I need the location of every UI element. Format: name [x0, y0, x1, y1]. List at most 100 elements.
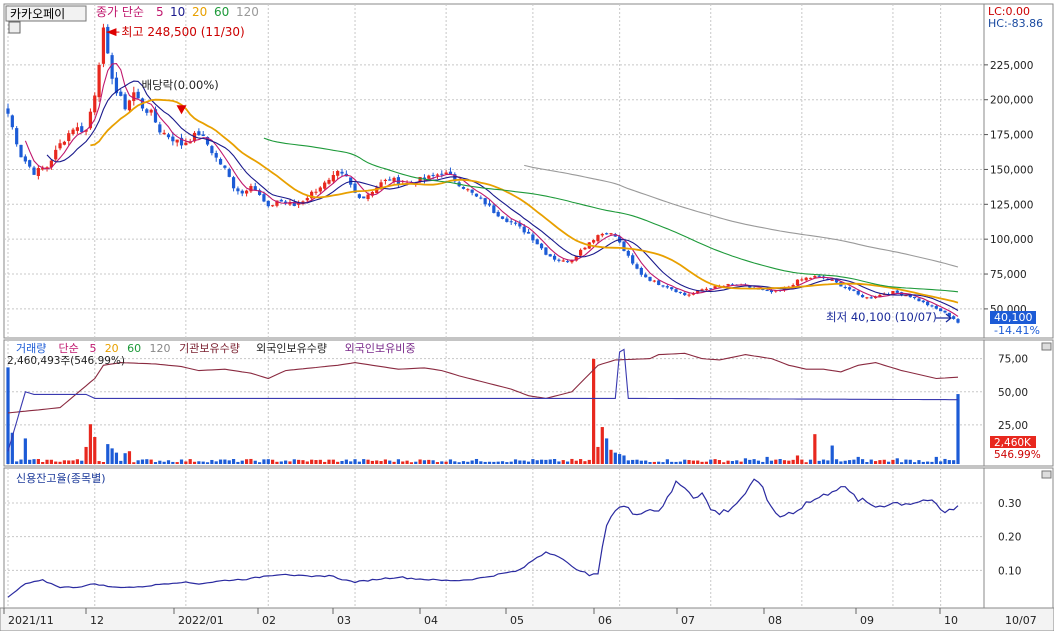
- candle: [466, 189, 470, 191]
- volume-bar: [544, 459, 548, 464]
- volume-bar: [565, 461, 570, 464]
- candle: [262, 194, 266, 202]
- volume-bar: [197, 461, 201, 464]
- stock-chart: 50,00075,000100,000125,000150,000175,000…: [0, 3, 1054, 631]
- volume-bar: [474, 458, 479, 464]
- candle: [921, 300, 925, 303]
- candle: [271, 205, 275, 207]
- volume-bar: [791, 459, 795, 464]
- candle: [492, 205, 496, 213]
- candle: [869, 297, 873, 299]
- volume-bar: [908, 459, 912, 464]
- volume-bar: [166, 460, 171, 464]
- candle: [223, 165, 227, 168]
- volume-bar: [188, 459, 192, 464]
- volume-bar: [813, 434, 817, 464]
- volume-bar: [570, 458, 574, 464]
- candle: [80, 126, 84, 133]
- volume-bar: [513, 459, 518, 464]
- volume-bar: [700, 461, 704, 464]
- volume-bar: [93, 437, 97, 464]
- candle: [526, 231, 531, 234]
- price-legend-item: 20: [192, 5, 207, 19]
- candle: [496, 211, 500, 217]
- candle: [357, 194, 361, 198]
- candle: [674, 289, 678, 293]
- volume-bar: [691, 460, 695, 464]
- volume-bar: [782, 460, 787, 464]
- volume-bar: [631, 459, 635, 464]
- candle: [201, 134, 205, 137]
- candle: [28, 160, 32, 167]
- volume-bar: [67, 460, 71, 464]
- volume-bar: [71, 460, 75, 464]
- stock-title: 카카오페이: [10, 7, 65, 21]
- candle: [440, 173, 444, 175]
- candle: [609, 233, 613, 235]
- candle: [856, 290, 860, 295]
- candle: [448, 171, 453, 175]
- panel-3: [3, 467, 985, 609]
- volume-legend-item: 외국인보유수량: [256, 342, 327, 355]
- volume-bar: [635, 459, 639, 464]
- volume-bar: [548, 459, 552, 464]
- volume-legend-item: 단순: [59, 342, 79, 355]
- volume-bar: [709, 459, 713, 464]
- x-tick-label: 2022/01: [178, 614, 224, 627]
- volume-bar: [205, 462, 210, 464]
- credit-label: 신용잔고율(종목별): [16, 472, 106, 485]
- candle: [67, 133, 71, 142]
- price-legend-item: 5: [156, 5, 164, 19]
- volume-bar: [917, 460, 921, 464]
- volume-bar: [492, 461, 496, 464]
- volume-bar: [830, 445, 834, 464]
- volume-bar: [856, 456, 860, 464]
- panel-minimize-button: [1041, 342, 1052, 351]
- volume-bar: [422, 460, 427, 464]
- candle: [704, 288, 709, 290]
- candle: [362, 196, 366, 199]
- candle: [340, 171, 344, 174]
- last-change: -14.41%: [994, 324, 1040, 337]
- volume-bar: [618, 454, 622, 464]
- volume-bar: [201, 461, 205, 464]
- volume-bar: [62, 460, 66, 464]
- volume-bar: [683, 459, 687, 464]
- volume-bar: [153, 462, 158, 464]
- vol-tick-label: 25,00: [998, 420, 1028, 432]
- candle: [23, 156, 27, 162]
- volume-bar: [140, 459, 145, 464]
- y-tick-label: 175,000: [990, 130, 1033, 142]
- candle: [474, 193, 479, 197]
- volume-bar: [769, 460, 774, 464]
- volume-bar: [275, 461, 279, 464]
- volume-bar: [19, 459, 23, 464]
- candle: [648, 276, 652, 281]
- volume-bar: [375, 460, 379, 464]
- volume-bar: [583, 461, 587, 464]
- candle: [631, 255, 635, 264]
- candle: [639, 267, 643, 275]
- volume-legend-item: 60: [127, 342, 141, 355]
- candle: [813, 276, 817, 278]
- candle: [644, 274, 648, 278]
- candle: [895, 290, 899, 293]
- candle: [522, 226, 526, 233]
- volume-bar: [873, 461, 878, 464]
- volume-bar: [539, 459, 544, 464]
- volume-bar: [787, 460, 791, 464]
- volume-bar: [54, 461, 58, 464]
- volume-bar: [36, 459, 40, 464]
- volume-bar: [179, 459, 184, 464]
- volume-bar: [626, 460, 630, 464]
- candle: [531, 234, 535, 241]
- volume-bar: [756, 460, 761, 464]
- volume-bar: [383, 459, 387, 464]
- candle: [331, 174, 335, 182]
- candle: [431, 174, 435, 176]
- volume-bar: [826, 460, 830, 464]
- credit-tick-label: 0.10: [998, 565, 1021, 577]
- volume-bar: [236, 461, 240, 464]
- volume-bar: [162, 461, 166, 464]
- volume-bar: [704, 461, 709, 464]
